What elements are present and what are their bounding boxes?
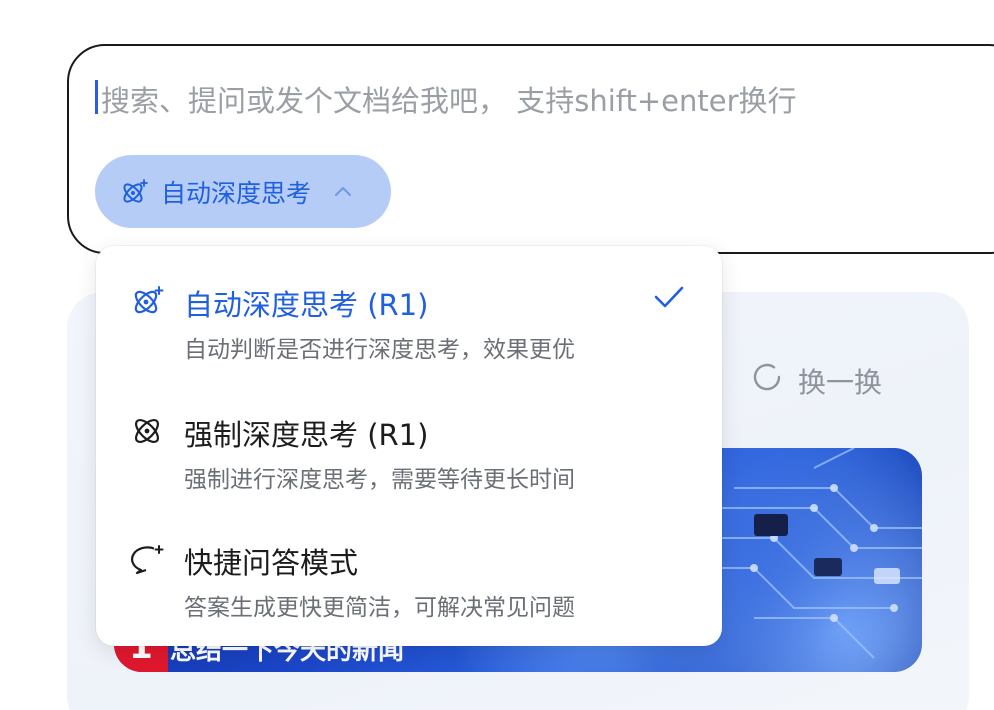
refresh-icon (750, 360, 784, 401)
option-description: 自动判断是否进行深度思考，效果更优 (184, 337, 575, 363)
option-title: 快捷问答模式 (184, 546, 359, 580)
option-title: 自动深度思考 (R1) (184, 288, 429, 322)
mode-option-forced-deep-thinking[interactable]: 强制深度思考 (R1) 强制进行深度思考，需要等待更长时间 (96, 376, 722, 496)
thinking-mode-selector[interactable]: 自动深度思考 (95, 155, 391, 228)
mode-option-auto-deep-thinking[interactable]: 自动深度思考 (R1) 自动判断是否进行深度思考，效果更优 (96, 246, 722, 366)
text-caret (95, 80, 98, 114)
chat-bubble-sparkle-icon (130, 542, 164, 576)
option-description: 强制进行深度思考，需要等待更长时间 (184, 467, 575, 493)
refresh-label: 换一换 (798, 365, 883, 399)
atom-sparkle-icon (130, 284, 164, 318)
option-description: 答案生成更快更简洁，可解决常见问题 (184, 595, 575, 621)
thinking-mode-dropdown: 自动深度思考 (R1) 自动判断是否进行深度思考，效果更优 强制深度思考 (R1… (96, 246, 722, 646)
atom-sparkle-icon (119, 177, 149, 207)
option-title: 强制深度思考 (R1) (184, 418, 429, 452)
chevron-up-icon (331, 180, 355, 204)
checkmark-icon (652, 280, 686, 314)
atom-icon (130, 414, 164, 448)
thinking-mode-label: 自动深度思考 (161, 178, 312, 208)
refresh-button[interactable]: 换一换 (750, 360, 882, 401)
mode-option-quick-answer[interactable]: 快捷问答模式 答案生成更快更简洁，可解决常见问题 (96, 504, 722, 624)
chat-input-placeholder[interactable]: 搜索、提问或发个文档给我吧， 支持shift+enter换行 (101, 78, 797, 120)
page: 换一换 1 总结一下今天的新闻 搜索、提问或发个文档给我吧， 支持shift+e… (0, 0, 994, 710)
